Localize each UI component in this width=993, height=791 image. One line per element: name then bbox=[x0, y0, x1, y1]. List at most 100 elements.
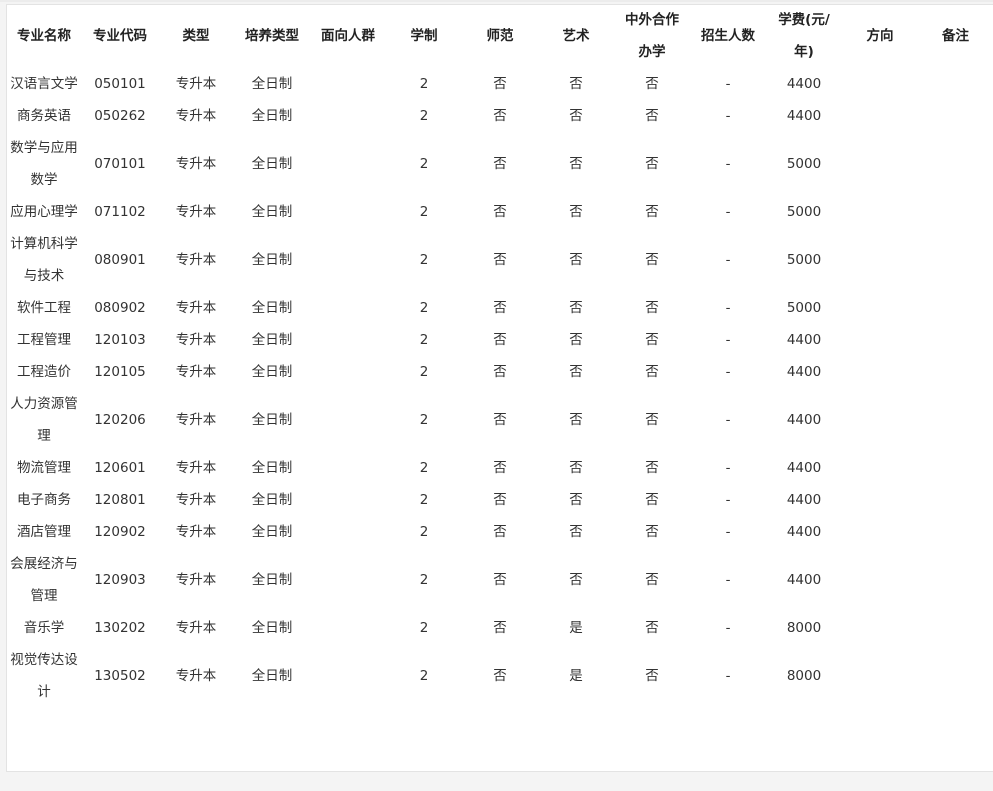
cell-target-group bbox=[310, 612, 386, 644]
cell-normal: 否 bbox=[493, 492, 507, 508]
cell-joint-program: 否 bbox=[645, 460, 659, 476]
cell-duration: 2 bbox=[419, 620, 429, 636]
cell-target-group bbox=[310, 324, 386, 356]
header-joint-program: 中外合作办学 bbox=[625, 12, 679, 60]
cell-type: 专升本 bbox=[175, 252, 217, 268]
majors-table: 专业名称 专业代码 类型 培养类型 面向人群 学制 师范 艺术 中外合作办学 招… bbox=[6, 4, 993, 708]
cell-training-type: 全日制 bbox=[251, 332, 293, 348]
cell-art: 否 bbox=[569, 332, 583, 348]
cell-art: 否 bbox=[569, 364, 583, 380]
cell-joint-program: 否 bbox=[645, 108, 659, 124]
cell-type: 专升本 bbox=[175, 332, 217, 348]
cell-target-group bbox=[310, 292, 386, 324]
cell-enrollment: - bbox=[725, 620, 731, 636]
cell-target-group bbox=[310, 452, 386, 484]
cell-art: 是 bbox=[569, 668, 583, 684]
cell-remarks bbox=[918, 132, 993, 196]
cell-joint-program: 否 bbox=[645, 572, 659, 588]
cell-enrollment: - bbox=[725, 524, 731, 540]
cell-major-code: 070101 bbox=[94, 156, 146, 172]
cell-direction bbox=[842, 68, 918, 100]
cell-normal: 否 bbox=[493, 156, 507, 172]
cell-tuition: 4400 bbox=[786, 492, 822, 508]
cell-type: 专升本 bbox=[175, 156, 217, 172]
cell-art: 否 bbox=[569, 156, 583, 172]
cell-normal: 否 bbox=[493, 572, 507, 588]
cell-type: 专升本 bbox=[175, 364, 217, 380]
cell-joint-program: 否 bbox=[645, 524, 659, 540]
cell-type: 专升本 bbox=[175, 300, 217, 316]
cell-normal: 否 bbox=[493, 412, 507, 428]
cell-enrollment: - bbox=[725, 492, 731, 508]
cell-direction bbox=[842, 388, 918, 452]
cell-training-type: 全日制 bbox=[251, 572, 293, 588]
cell-joint-program: 否 bbox=[645, 364, 659, 380]
cell-training-type: 全日制 bbox=[251, 252, 293, 268]
cell-art: 否 bbox=[569, 492, 583, 508]
cell-training-type: 全日制 bbox=[251, 492, 293, 508]
cell-major-name: 工程管理 bbox=[17, 332, 71, 348]
cell-enrollment: - bbox=[725, 460, 731, 476]
cell-remarks bbox=[918, 292, 993, 324]
cell-direction bbox=[842, 196, 918, 228]
cell-direction bbox=[842, 292, 918, 324]
cell-enrollment: - bbox=[725, 668, 731, 684]
cell-joint-program: 否 bbox=[645, 668, 659, 684]
cell-art: 是 bbox=[569, 620, 583, 636]
cell-major-code: 120801 bbox=[94, 492, 146, 508]
cell-major-name: 视觉传达设计 bbox=[10, 652, 78, 700]
cell-target-group bbox=[310, 132, 386, 196]
cell-tuition: 4400 bbox=[786, 332, 822, 348]
cell-major-name: 会展经济与管理 bbox=[10, 556, 78, 604]
cell-duration: 2 bbox=[419, 572, 429, 588]
cell-duration: 2 bbox=[419, 412, 429, 428]
cell-direction bbox=[842, 324, 918, 356]
cell-tuition: 4400 bbox=[786, 412, 822, 428]
cell-tuition: 5000 bbox=[786, 156, 822, 172]
cell-art: 否 bbox=[569, 412, 583, 428]
cell-training-type: 全日制 bbox=[251, 108, 293, 124]
header-type: 类型 bbox=[182, 28, 210, 44]
cell-major-code: 050101 bbox=[94, 76, 146, 92]
cell-art: 否 bbox=[569, 76, 583, 92]
cell-normal: 否 bbox=[493, 460, 507, 476]
cell-major-name: 数学与应用数学 bbox=[10, 140, 78, 188]
cell-major-code: 130202 bbox=[94, 620, 146, 636]
top-divider bbox=[0, 0, 993, 2]
cell-major-name: 物流管理 bbox=[17, 460, 71, 476]
header-direction: 方向 bbox=[866, 28, 894, 44]
cell-enrollment: - bbox=[725, 572, 731, 588]
cell-target-group bbox=[310, 484, 386, 516]
table-row: 软件工程 080902 专升本 全日制 2 否 否 否 - 5000 bbox=[6, 292, 993, 324]
cell-remarks bbox=[918, 644, 993, 708]
cell-duration: 2 bbox=[419, 156, 429, 172]
cell-major-name: 酒店管理 bbox=[17, 524, 71, 540]
cell-major-name: 音乐学 bbox=[23, 620, 65, 636]
cell-remarks bbox=[918, 452, 993, 484]
cell-direction bbox=[842, 516, 918, 548]
cell-enrollment: - bbox=[725, 204, 731, 220]
cell-remarks bbox=[918, 68, 993, 100]
cell-normal: 否 bbox=[493, 108, 507, 124]
header-normal: 师范 bbox=[486, 28, 514, 44]
cell-tuition: 4400 bbox=[786, 108, 822, 124]
cell-direction bbox=[842, 356, 918, 388]
cell-enrollment: - bbox=[725, 364, 731, 380]
cell-target-group bbox=[310, 228, 386, 292]
cell-tuition: 5000 bbox=[786, 300, 822, 316]
cell-training-type: 全日制 bbox=[251, 620, 293, 636]
cell-major-code: 120103 bbox=[94, 332, 146, 348]
cell-enrollment: - bbox=[725, 412, 731, 428]
cell-type: 专升本 bbox=[175, 620, 217, 636]
header-remarks: 备注 bbox=[942, 28, 969, 44]
cell-remarks bbox=[918, 100, 993, 132]
cell-direction bbox=[842, 228, 918, 292]
cell-tuition: 4400 bbox=[786, 572, 822, 588]
cell-duration: 2 bbox=[419, 76, 429, 92]
cell-enrollment: - bbox=[725, 300, 731, 316]
table-row: 汉语言文学 050101 专升本 全日制 2 否 否 否 - 4400 bbox=[6, 68, 993, 100]
cell-duration: 2 bbox=[419, 492, 429, 508]
cell-training-type: 全日制 bbox=[251, 524, 293, 540]
cell-remarks bbox=[918, 612, 993, 644]
header-training-type: 培养类型 bbox=[245, 28, 299, 44]
